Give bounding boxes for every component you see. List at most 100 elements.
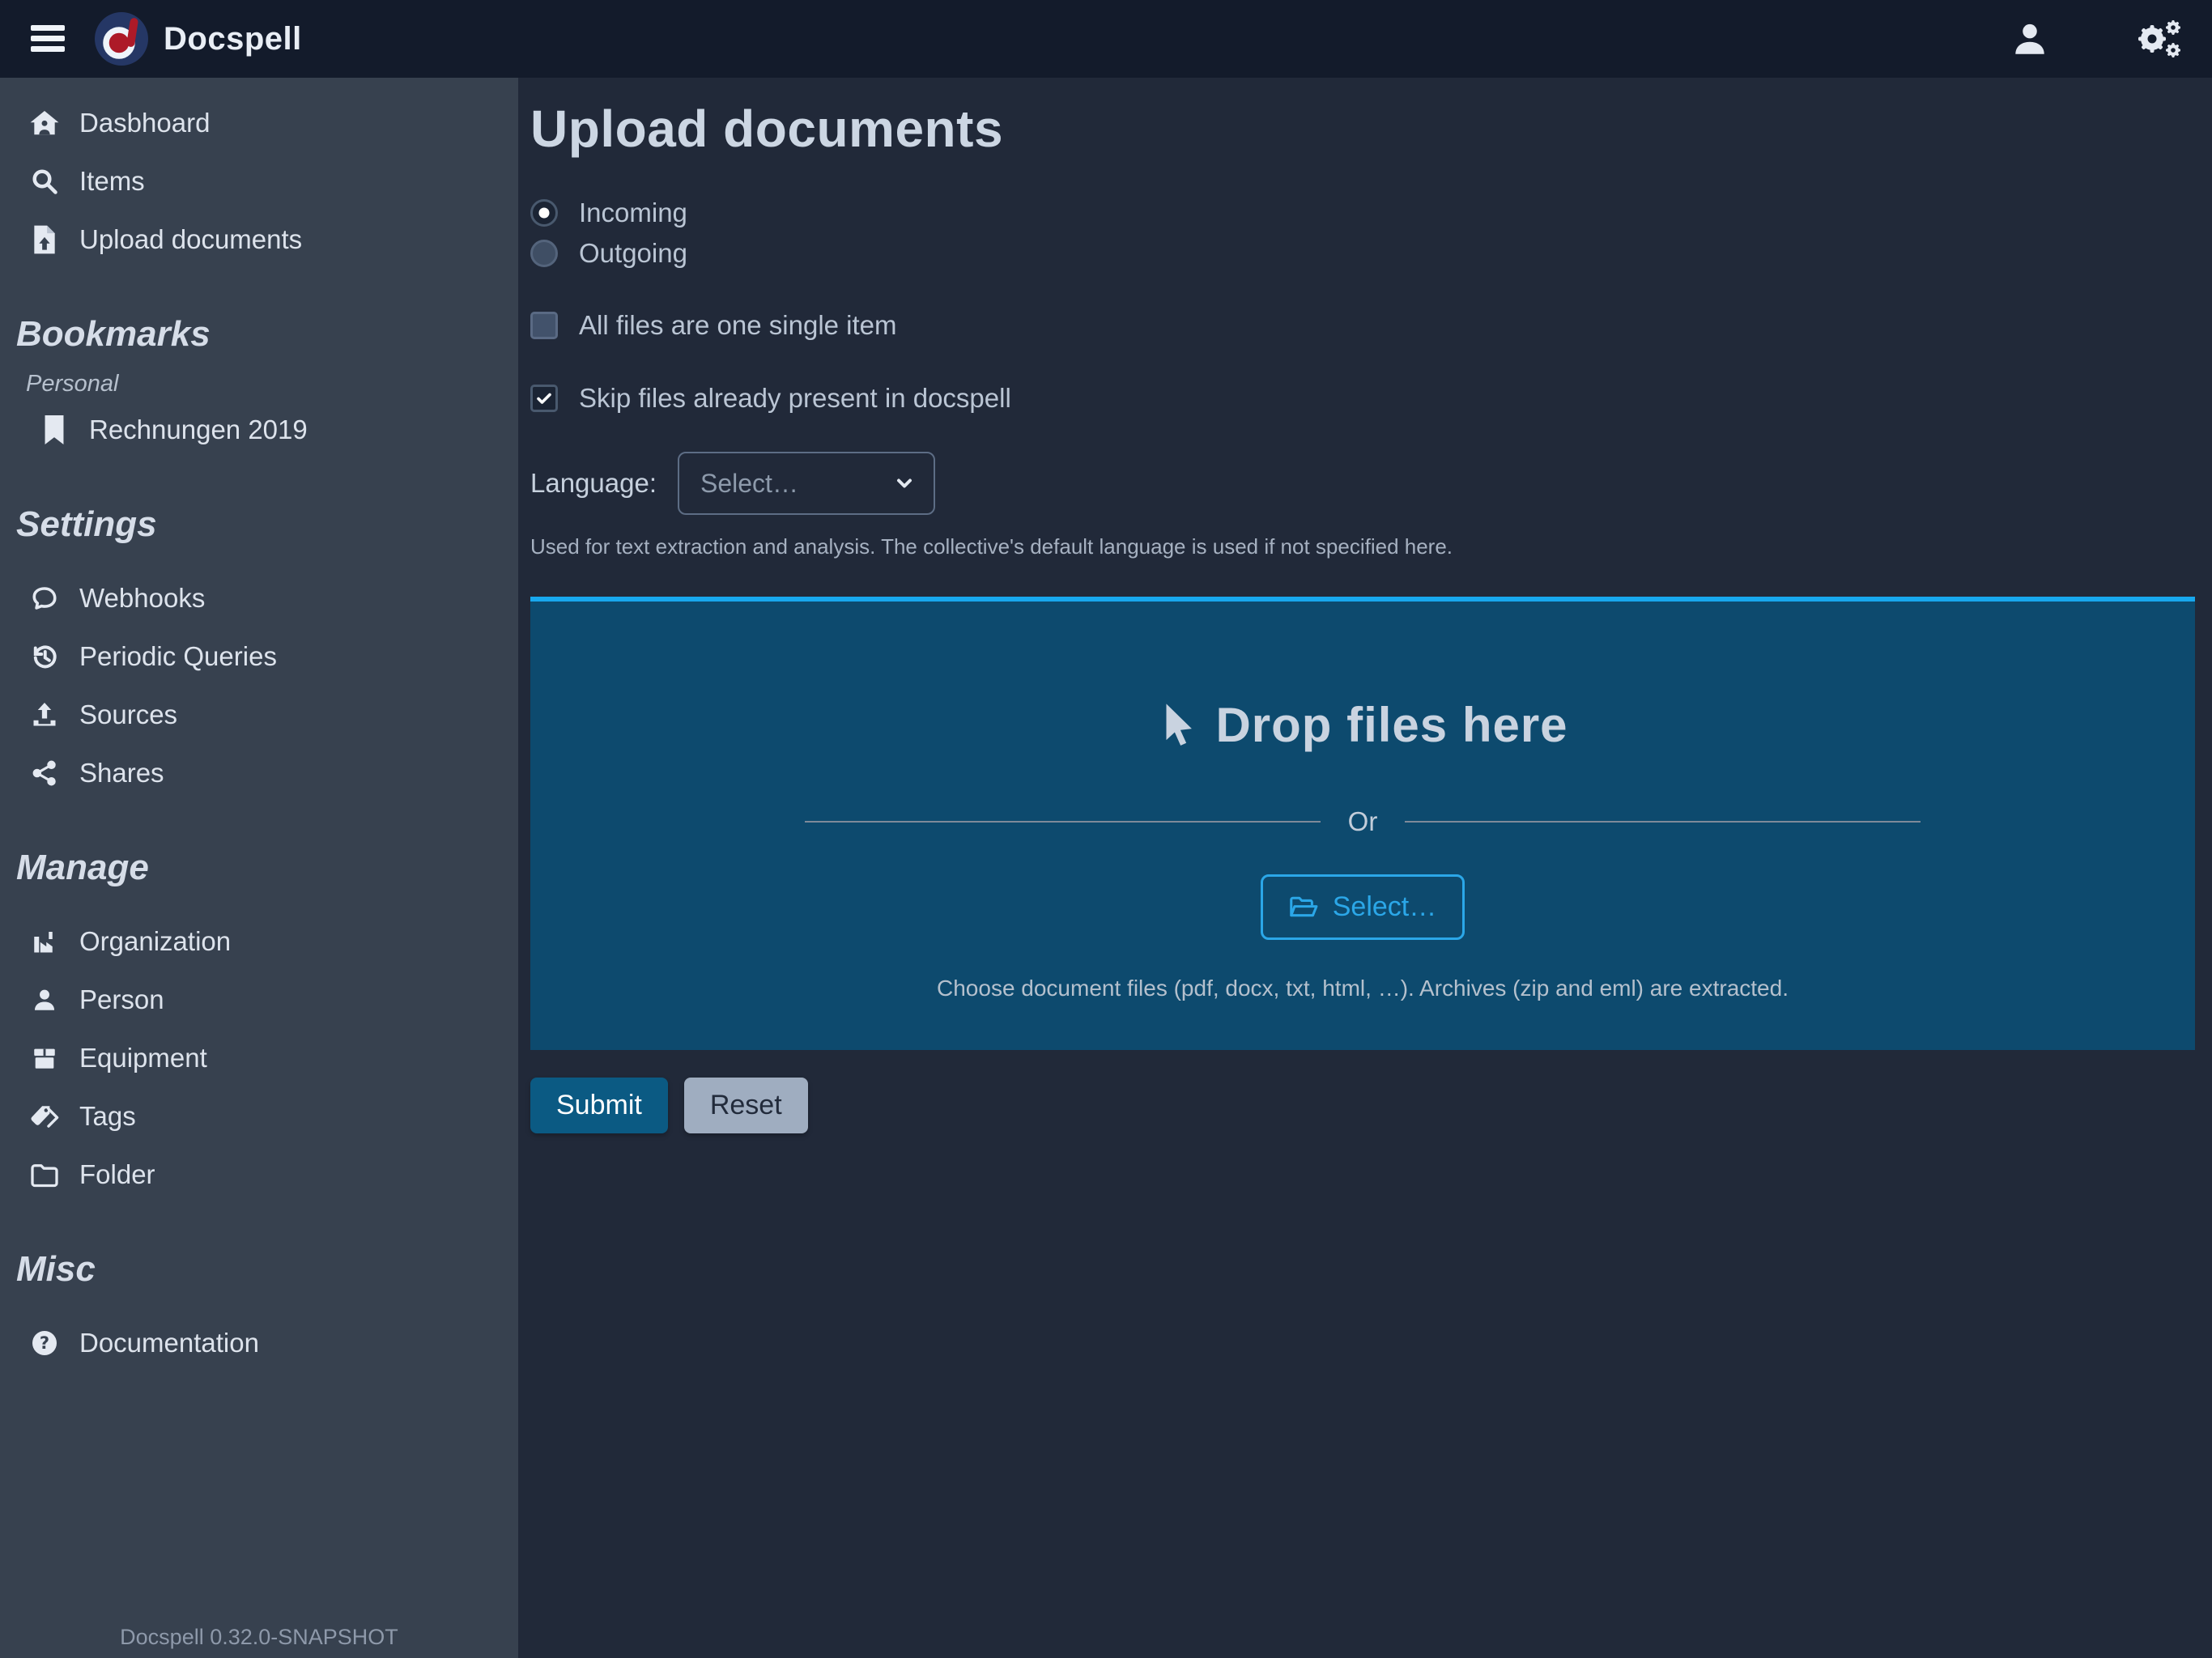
home-icon — [29, 108, 60, 138]
sidebar-item-label: Organization — [79, 926, 231, 957]
sidebar-item-label: Dasbhoard — [79, 108, 210, 138]
sidebar-item-person[interactable]: Person — [0, 971, 518, 1029]
section-title: Bookmarks — [0, 312, 518, 356]
gears-icon — [2131, 16, 2183, 62]
file-dropzone[interactable]: Drop files here Or Select… Choose docume… — [530, 597, 2195, 1050]
app-version: Docspell 0.32.0-SNAPSHOT — [0, 1625, 518, 1650]
sidebar-item-shares[interactable]: Shares — [0, 744, 518, 802]
sidebar-item-label: Periodic Queries — [79, 641, 277, 672]
checkbox-single-item[interactable]: All files are one single item — [530, 304, 2195, 346]
section-title: Settings — [0, 503, 518, 546]
question-circle-icon: ? — [29, 1328, 60, 1358]
dropzone-divider: Or — [805, 806, 1921, 837]
sidebar-item-dashboard[interactable]: Dasbhoard — [0, 94, 518, 152]
radio-label: Outgoing — [579, 238, 687, 269]
chevron-down-icon — [893, 472, 916, 495]
docspell-app: Docspell — [0, 0, 2212, 1658]
form-actions: Submit Reset — [530, 1078, 2195, 1133]
sidebar-item-label: Upload documents — [79, 224, 302, 255]
checkbox-control[interactable] — [530, 385, 558, 412]
sidebar-section-settings: Settings Webhooks — [0, 503, 518, 802]
section-title: Misc — [0, 1248, 518, 1291]
docspell-logo-icon — [94, 11, 149, 66]
sidebar-item-tags[interactable]: Tags — [0, 1087, 518, 1146]
radio-control[interactable] — [530, 199, 558, 227]
radio-control[interactable] — [530, 240, 558, 267]
checkbox-control[interactable] — [530, 312, 558, 339]
radio-label: Incoming — [579, 198, 687, 228]
sidebar-item-label: Folder — [79, 1159, 155, 1190]
section-title: Manage — [0, 846, 518, 890]
dropzone-hint: Choose document files (pdf, docx, txt, h… — [937, 976, 1789, 1001]
sidebar-item-label: Documentation — [79, 1328, 259, 1358]
language-label: Language: — [530, 468, 657, 499]
sidebar-item-equipment[interactable]: Equipment — [0, 1029, 518, 1087]
sidebar-section-manage: Manage Organization — [0, 846, 518, 1204]
upload-icon — [29, 699, 60, 730]
search-icon — [29, 166, 60, 197]
page-title: Upload documents — [530, 99, 2195, 159]
checkbox-skip-duplicates[interactable]: Skip files already present in docspell — [530, 377, 2195, 419]
select-files-label: Select… — [1333, 891, 1437, 923]
sidebar-item-sources[interactable]: Sources — [0, 686, 518, 744]
history-icon — [29, 641, 60, 672]
person-icon — [29, 984, 60, 1015]
box-icon — [29, 1043, 60, 1073]
brand-name: Docspell — [164, 21, 302, 57]
divider-label: Or — [1348, 806, 1378, 837]
menu-toggle-button[interactable] — [24, 19, 71, 58]
sidebar-item-label: Shares — [79, 758, 164, 789]
bookmark-group-label: Personal — [0, 356, 518, 401]
sidebar-item-label: Equipment — [79, 1043, 207, 1073]
sidebar-item-periodic-queries[interactable]: Periodic Queries — [0, 627, 518, 686]
main-content: Upload documents Incoming Outgoing All f… — [518, 78, 2212, 1658]
tags-icon — [29, 1101, 60, 1132]
user-icon — [2010, 19, 2050, 59]
direction-radio-group: Incoming Outgoing — [530, 193, 2195, 274]
sidebar-item-label: Person — [79, 984, 164, 1015]
sidebar-item-documentation[interactable]: ? Documentation — [0, 1314, 518, 1372]
language-select-value: Select… — [700, 469, 798, 499]
sidebar-item-organization[interactable]: Organization — [0, 912, 518, 971]
sidebar-item-bookmark-rechnungen-2019[interactable]: Rechnungen 2019 — [0, 401, 518, 459]
sidebar-section-misc: Misc ? Documentation — [0, 1248, 518, 1372]
folder-open-icon — [1289, 893, 1318, 922]
sidebar: Dasbhoard Items — [0, 78, 518, 1658]
divider-line — [805, 821, 1321, 823]
sidebar-item-label: Sources — [79, 699, 177, 730]
industry-icon — [29, 926, 60, 957]
submit-button[interactable]: Submit — [530, 1078, 668, 1133]
language-field: Language: Select… — [530, 452, 2195, 515]
topbar: Docspell — [0, 0, 2212, 78]
radio-incoming[interactable]: Incoming — [530, 193, 2195, 233]
account-button[interactable] — [2005, 14, 2055, 64]
share-nodes-icon — [29, 758, 60, 789]
sidebar-item-label: Webhooks — [79, 583, 205, 614]
file-upload-icon — [29, 224, 60, 255]
checkbox-label: All files are one single item — [579, 310, 897, 341]
sidebar-item-folder[interactable]: Folder — [0, 1146, 518, 1204]
dropzone-title-row: Drop files here — [1157, 697, 1568, 753]
select-files-button[interactable]: Select… — [1261, 874, 1465, 940]
folder-icon — [29, 1159, 60, 1190]
sidebar-item-items[interactable]: Items — [0, 152, 518, 210]
app-shell: Dasbhoard Items — [0, 78, 2212, 1658]
checkbox-label: Skip files already present in docspell — [579, 383, 1011, 414]
language-help-text: Used for text extraction and analysis. T… — [530, 534, 2195, 559]
sidebar-item-label: Rechnungen 2019 — [89, 414, 308, 445]
svg-text:?: ? — [40, 1333, 49, 1353]
sidebar-item-webhooks[interactable]: Webhooks — [0, 569, 518, 627]
radio-outgoing[interactable]: Outgoing — [530, 233, 2195, 274]
comment-icon — [29, 583, 60, 614]
language-select[interactable]: Select… — [678, 452, 935, 515]
hamburger-icon — [29, 24, 66, 53]
reset-button[interactable]: Reset — [684, 1078, 808, 1133]
sidebar-item-upload-documents[interactable]: Upload documents — [0, 210, 518, 269]
sidebar-item-label: Tags — [79, 1101, 136, 1132]
dropzone-title: Drop files here — [1215, 697, 1568, 753]
settings-button[interactable] — [2126, 11, 2188, 66]
mouse-pointer-icon — [1157, 702, 1199, 749]
sidebar-section-bookmarks: Bookmarks Personal Rechnungen 2019 — [0, 312, 518, 459]
brand[interactable]: Docspell — [94, 11, 302, 66]
bookmark-icon — [39, 414, 70, 445]
